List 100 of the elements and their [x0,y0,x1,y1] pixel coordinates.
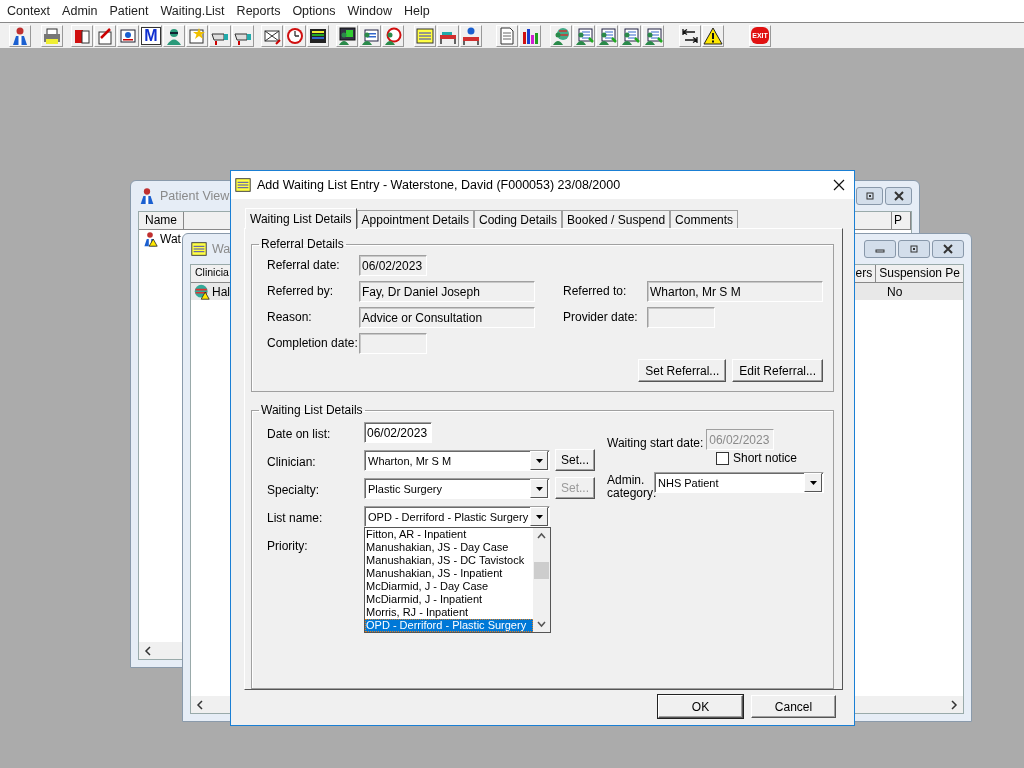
text-field[interactable]: Fay, Dr Daniel Joseph [359,280,535,302]
note-icon [234,176,252,194]
tab[interactable]: Appointment Details [356,210,474,228]
menu-item[interactable]: Waiting.List [154,4,231,18]
note-icon [190,240,208,258]
minimize-button[interactable] [864,240,896,258]
checkbox[interactable] [716,451,729,465]
globe-warning-icon [194,283,210,300]
list-option[interactable]: McDiarmid, J - Day Case [365,580,533,593]
clock-icon[interactable] [284,24,306,47]
list-option[interactable]: Manushakian, JS - Day Case [365,541,533,554]
scrollbar-thumb[interactable] [534,562,549,579]
cancel-button[interactable]: Cancel [751,695,836,718]
surgeon-icon[interactable] [163,24,185,47]
text-field[interactable]: Advice or Consultation [359,306,535,328]
notepad-icon[interactable] [94,24,116,47]
column-header[interactable]: Clinicia [191,265,230,282]
scroll-left-icon[interactable] [144,645,152,656]
form-icon[interactable] [573,24,595,47]
close-icon [892,191,905,201]
menu-item[interactable]: Options [286,4,342,18]
arrows-icon[interactable] [679,24,701,47]
warning-icon[interactable] [702,24,724,47]
close-button[interactable] [885,187,912,205]
ok-button[interactable]: OK [658,695,743,718]
tab[interactable]: Coding Details [474,210,563,228]
caret-icon [809,480,817,485]
chart-icon[interactable] [519,24,541,47]
dialog-title: Add Waiting List Entry - Waterstone, David (F000053) 23/08/2000 [257,178,621,192]
field-label: List name: [267,510,324,525]
menu-item[interactable]: Window [341,4,398,18]
dropdown[interactable]: Wharton, Mr S M [364,450,550,471]
card-icon[interactable] [359,24,381,47]
field-label: Specialty: [267,482,321,497]
close-icon [833,179,845,191]
menu-item[interactable]: Admin [56,4,104,18]
list-option[interactable]: OPD - Derriford - Plastic Surgery [365,619,533,632]
letter-icon[interactable]: M [140,24,162,47]
field-label: Referred by: [267,284,335,298]
scroll-left-icon[interactable] [196,699,204,710]
text-field[interactable]: 06/02/2023 [359,254,427,276]
field-label: Referred to: [563,284,628,298]
bed-icon[interactable] [460,24,482,47]
form-icon[interactable] [619,24,641,47]
referral-button[interactable]: Edit Referral... [732,359,823,382]
date-field[interactable]: 06/02/2023 [364,422,432,443]
dropdown[interactable]: NHS Patient [654,472,824,493]
field-label: Clinician: [267,454,317,469]
book-icon[interactable] [71,24,93,47]
text-field[interactable] [359,332,427,354]
close-button[interactable] [932,240,964,258]
close-icon [942,244,954,254]
caret-icon [535,514,543,519]
printer-icon[interactable] [41,24,63,47]
card-icon[interactable] [117,24,139,47]
table-cell: Hal [212,284,230,299]
monitor-icon[interactable] [336,24,358,47]
menu-item[interactable]: Context [1,4,57,18]
column-header[interactable]: P [891,212,911,229]
table-cell-text: No [887,284,904,299]
globe-icon[interactable] [550,24,572,47]
list-option[interactable]: McDiarmid, J - Inpatient [365,593,533,606]
tab[interactable]: Comments [670,210,739,228]
list-option[interactable]: Morris, RJ - Inpatient [365,606,533,619]
restore-icon [863,191,876,201]
tab[interactable]: Waiting List Details [245,208,357,229]
note-icon[interactable] [414,24,436,47]
column-header[interactable]: Name [139,212,184,229]
dropdown[interactable]: Plastic Surgery [364,478,550,499]
field-label: Priority: [267,538,309,553]
window-title: Patient View [160,189,230,203]
set-button[interactable]: Set... [555,449,595,471]
referral-button[interactable]: Set Referral... [638,359,727,382]
list-icon[interactable] [307,24,329,47]
person-warning-icon [142,230,158,247]
envelope-icon[interactable] [261,24,283,47]
list-option[interactable]: Manushakian, JS - Inpatient [365,567,533,580]
menu-item[interactable]: Patient [103,4,155,18]
list-option[interactable]: Fitton, AR - Inpatient [365,528,533,541]
clock-icon[interactable] [382,24,404,47]
menu-item[interactable]: Reports [230,4,287,18]
person-icon[interactable] [9,24,31,47]
text-field[interactable]: Wharton, Mr S M [647,280,823,302]
tab[interactable]: Booked / Suspend [562,210,671,228]
form-icon[interactable] [596,24,618,47]
bed-icon[interactable] [437,24,459,47]
menu-item[interactable]: Help [397,4,436,18]
text-field[interactable] [647,306,715,328]
group-title: Waiting List Details [260,403,364,417]
field-label: Admin. category: [607,472,654,500]
field-label: Waiting start date: [607,436,705,450]
table-cell: Wat [160,231,181,246]
form-icon[interactable] [642,24,664,47]
window-title: Wa [212,242,231,256]
scroll-right-icon[interactable] [950,699,958,710]
column-header[interactable]: Suspension Pe [876,265,963,282]
group-title: Referral Details [260,237,345,251]
checkbox-label[interactable]: Short notice [733,451,798,465]
caret-icon [535,486,543,491]
list-option[interactable]: Manushakian, JS - DC Tavistock [365,554,533,567]
